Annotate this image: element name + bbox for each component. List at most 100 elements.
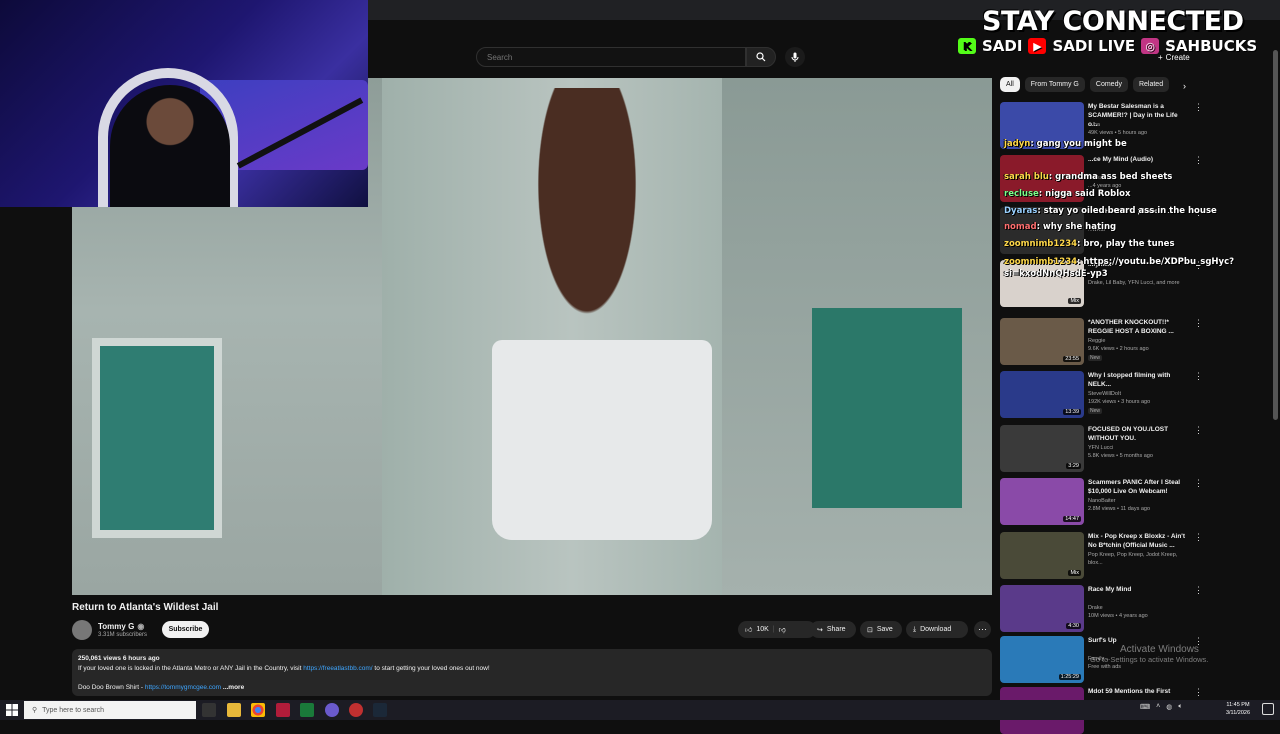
recommendation-channel[interactable]: NanoBaiter <box>1088 497 1193 505</box>
network-icon[interactable]: ◍ <box>1166 703 1172 717</box>
more-vert-icon[interactable]: ⋮ <box>1194 532 1203 544</box>
description-box[interactable]: 250,061 views 6 hours ago If your loved … <box>72 649 992 696</box>
steam-icon[interactable] <box>373 703 387 717</box>
chevron-up-icon[interactable]: ˄ <box>1156 703 1160 717</box>
chat-username: recluse <box>1004 189 1039 199</box>
chat-message: zoomnimb1234: https://youtu.be/XDPbu_sgH… <box>1004 256 1274 280</box>
page-scrollbar[interactable] <box>1273 50 1278 420</box>
video-thumbnail[interactable]: 14:47 <box>1000 478 1084 525</box>
clock-date: 3/11/2026 <box>1225 710 1251 716</box>
taskbar-search-box[interactable]: ⚲ Type here to search <box>24 701 196 719</box>
video-duration: Mix <box>1068 298 1081 304</box>
recommendation-title[interactable]: ...ce My Mind (Audio) <box>1088 155 1188 164</box>
volume-icon[interactable]: 🔈︎ <box>1178 703 1182 717</box>
recommendation-views: 5.8K views • 5 months ago <box>1088 453 1153 459</box>
file-explorer-icon[interactable] <box>227 703 241 717</box>
recommendation-title[interactable]: *ANOTHER KNOCKOUT!!* REGGIE HOST A BOXIN… <box>1088 318 1188 336</box>
recommendation-item[interactable]: Mdot 59 Mentions the First ⋮ <box>1000 687 1205 734</box>
thumbs-up-icon[interactable]: 👍︎ <box>745 625 752 634</box>
recommendation-title[interactable]: Race My Mind <box>1088 585 1188 594</box>
discord-icon[interactable] <box>325 703 339 717</box>
recommendation-item[interactable]: 14:47 Scammers PANIC After I Steal $10,00… <box>1000 478 1205 526</box>
recommendation-views: 10M views • 4 years ago <box>1088 613 1148 619</box>
description-link[interactable]: https://freeatlastbb.com/ <box>303 665 372 672</box>
more-vert-icon[interactable]: ⋮ <box>1194 478 1203 490</box>
more-vert-icon[interactable]: ⋮ <box>1194 371 1203 383</box>
description-text: If your loved one is locked in the Atlan… <box>78 665 304 672</box>
system-tray[interactable]: ⌨ ˄ ◍ 🔈︎ <box>1140 703 1215 717</box>
chevron-right-icon[interactable]: › <box>1183 81 1195 93</box>
recommendation-channel[interactable]: YFN Lucci <box>1088 444 1193 452</box>
like-count[interactable]: 10K <box>756 626 768 633</box>
app-icon[interactable] <box>276 703 290 717</box>
recommendation-channel[interactable]: Pop Kreep, Pop Kreep, Jodot Kreep, blox.… <box>1088 551 1193 567</box>
chip-all[interactable]: All <box>1000 77 1020 92</box>
keyboard-icon[interactable]: ⌨ <box>1140 703 1150 717</box>
share-button[interactable]: ↪ Share <box>810 621 856 638</box>
recommendation-item[interactable]: 3:29 FOCUSED ON YOU./LOST WITHOUT YOU. YFN… <box>1000 425 1205 473</box>
watermark-title: Activate Windows <box>1120 644 1199 655</box>
task-view-icon[interactable] <box>202 703 216 717</box>
recommendation-channel[interactable]: Drake, Lil Baby, YFN Lucci, and more <box>1088 279 1193 287</box>
chrome-icon[interactable] <box>251 703 265 717</box>
show-more-link[interactable]: ...more <box>223 684 244 691</box>
bookmark-icon: ⊡ <box>867 626 873 634</box>
download-button[interactable]: ⤓ Download <box>906 621 968 638</box>
description-line: Doo Doo Brown Shirt - https://tommygmcge… <box>78 683 986 693</box>
taskbar-search-placeholder: Type here to search <box>42 706 105 714</box>
chip-comedy[interactable]: Comedy <box>1089 77 1128 92</box>
more-vert-icon[interactable]: ⋮ <box>1194 318 1203 330</box>
description-link[interactable]: https://tommygmcgee.com <box>145 684 221 691</box>
video-thumbnail[interactable]: 13:39 <box>1000 371 1084 418</box>
recommendation-title[interactable]: Mdot 59 Mentions the First <box>1088 687 1188 696</box>
recording-icon[interactable] <box>349 703 363 717</box>
notifications-icon[interactable] <box>1262 703 1274 715</box>
video-thumbnail[interactable]: 1:25:29 <box>1000 636 1084 683</box>
thumbs-down-icon[interactable]: 👎︎ <box>779 625 786 634</box>
like-dislike-pill: 👍︎ 10K | 👎︎ <box>738 621 816 638</box>
recommendation-title[interactable]: Scammers PANIC After I Steal $10,000 Liv… <box>1088 478 1188 496</box>
video-thumbnail[interactable]: Mix <box>1000 532 1084 579</box>
social-handles: K SADI ▶ SADI LIVE ◎ SAHBUCKS <box>958 36 1280 56</box>
video-thumbnail[interactable]: 4:30 <box>1000 585 1084 632</box>
more-vert-icon[interactable]: ⋮ <box>1194 425 1203 437</box>
recommendation-item[interactable]: Mix Mix - Pop Kreep x Bloxkz - Ain't No B… <box>1000 532 1205 580</box>
voice-search-button[interactable] <box>785 47 805 67</box>
channel-avatar[interactable] <box>72 620 92 640</box>
excel-icon[interactable] <box>300 703 314 717</box>
windows-start-icon[interactable] <box>6 704 18 716</box>
recommendation-channel[interactable]: Drake <box>1088 604 1193 612</box>
chip-from-channel[interactable]: From Tommy G <box>1024 77 1085 92</box>
subscribe-button[interactable]: Subscribe <box>162 621 209 638</box>
more-actions-icon[interactable]: ⋯ <box>974 621 991 638</box>
recommendation-channel[interactable]: SteveWillDoIt <box>1088 390 1193 398</box>
recommendation-channel[interactable]: ...lba <box>1088 121 1193 129</box>
save-button[interactable]: ⊡ Save <box>860 621 902 638</box>
chat-message: nomad: why she hating <box>1004 222 1116 232</box>
video-scene-shorts <box>492 340 712 540</box>
recommendation-title[interactable]: Why I stopped filming with NELK... <box>1088 371 1188 389</box>
download-icon: ⤓ <box>913 625 917 633</box>
recommendation-item[interactable]: 13:39 Why I stopped filming with NELK... S… <box>1000 371 1205 419</box>
more-vert-icon[interactable]: ⋮ <box>1194 687 1203 699</box>
recommendation-title[interactable]: Mix - Pop Kreep x Bloxkz - Ain't No B*tc… <box>1088 532 1188 550</box>
recommendation-views: 49K views • 5 hours ago <box>1088 130 1148 136</box>
recommendation-channel[interactable]: Reggie <box>1088 337 1193 345</box>
chat-text: : bro, play the tunes <box>1077 239 1175 249</box>
more-vert-icon[interactable]: ⋮ <box>1194 102 1203 114</box>
chip-related[interactable]: Related <box>1132 77 1170 92</box>
youtube-icon: ▶ <box>1028 38 1047 54</box>
taskbar-clock[interactable]: 11:45 PM 3/11/2026 <box>1218 701 1258 719</box>
recommendation-title[interactable]: FOCUSED ON YOU./LOST WITHOUT YOU. <box>1088 425 1188 443</box>
search-input[interactable] <box>476 47 746 67</box>
recommendation-item[interactable]: 23:55 *ANOTHER KNOCKOUT!!* REGGIE HOST A … <box>1000 318 1205 366</box>
video-thumbnail[interactable]: 23:55 <box>1000 318 1084 365</box>
search-button[interactable] <box>746 47 776 67</box>
chat-message: zoomnimb1234: bro, play the tunes <box>1004 239 1175 249</box>
more-vert-icon[interactable]: ⋮ <box>1194 585 1203 597</box>
sidebar-chip-bar: All From Tommy G Comedy Related <box>1000 77 1200 93</box>
new-badge: New <box>1088 408 1103 414</box>
video-thumbnail[interactable]: 3:29 <box>1000 425 1084 472</box>
recommendation-item[interactable]: 4:30 Race My Mind Drake 10M views • 4 years… <box>1000 585 1205 633</box>
more-vert-icon[interactable]: ⋮ <box>1194 155 1203 167</box>
